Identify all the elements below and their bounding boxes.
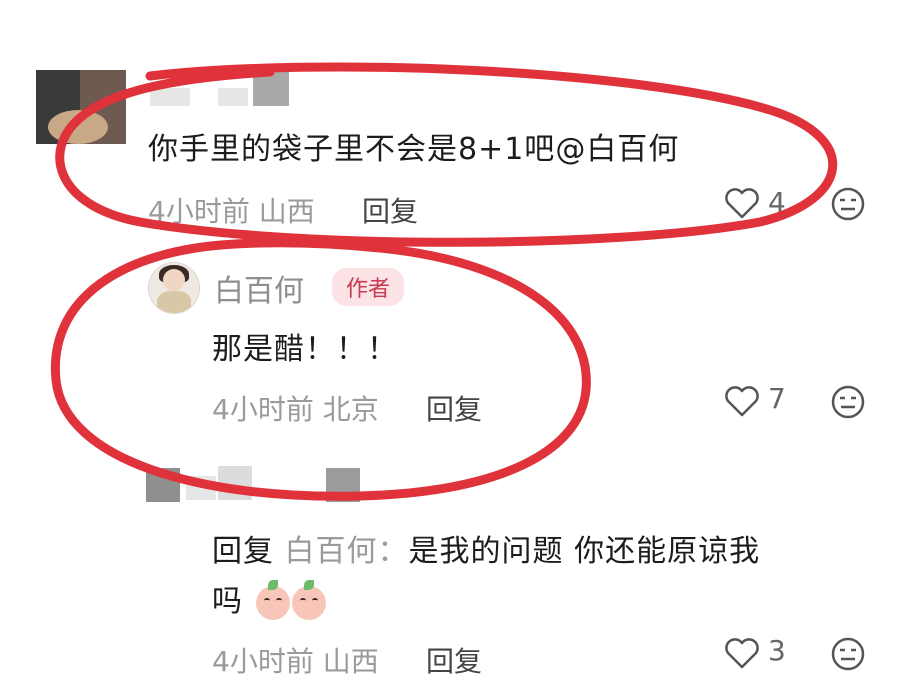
comment-text: 你手里的袋子里不会是8+1吧@白百何 <box>148 124 679 168</box>
heart-icon[interactable] <box>724 186 760 220</box>
author-username[interactable]: 白百何 <box>214 266 304 310</box>
comment-body: 你手里的袋子里不会是8+1吧 <box>148 132 556 167</box>
reply-text-line1: 回复 白百何：是我的问题 你还能原谅我 <box>212 526 760 570</box>
reply-button[interactable]: 回复 <box>362 190 418 230</box>
reply-body: 是我的问题 你还能原谅我 <box>408 534 761 569</box>
reply-meta: 4小时前 山西 <box>212 640 379 680</box>
commenter-avatar[interactable] <box>36 70 126 144</box>
author-avatar[interactable] <box>148 262 200 314</box>
like-count: 4 <box>768 186 786 219</box>
like-count: 3 <box>768 634 786 667</box>
peach-cry-emoji-icon <box>255 579 290 620</box>
mention-link[interactable]: @白百何 <box>555 132 679 167</box>
like-count: 7 <box>768 382 786 415</box>
blurred-avatar <box>146 468 180 502</box>
dislike-face-icon[interactable] <box>830 384 866 420</box>
reply-prefix: 回复 <box>212 534 274 569</box>
reply-location: 山西 <box>322 645 379 678</box>
blurred-username <box>150 88 190 106</box>
blurred-username <box>326 468 360 502</box>
reply-button[interactable]: 回复 <box>426 388 482 428</box>
comment-location: 山西 <box>258 195 315 228</box>
reply-text-line2: 吗 <box>212 576 326 620</box>
peach-cry-emoji-icon <box>291 579 326 620</box>
blurred-username <box>218 466 252 500</box>
annotation-overlay <box>50 62 837 501</box>
blurred-username <box>253 72 289 106</box>
reply-meta: 4小时前 北京 <box>212 388 379 428</box>
blurred-username <box>186 476 216 500</box>
dislike-face-icon[interactable] <box>830 186 866 222</box>
reply-button[interactable]: 回复 <box>426 640 482 680</box>
reply-to-username[interactable]: 白百何： <box>285 534 409 569</box>
comment-time: 4小时前 <box>148 195 250 228</box>
blurred-username <box>218 88 248 106</box>
reply-text: 那是醋！！！ <box>212 332 398 367</box>
heart-icon[interactable] <box>724 636 760 670</box>
reply-time: 4小时前 <box>212 645 314 678</box>
dislike-face-icon[interactable] <box>830 636 866 672</box>
reply-location: 北京 <box>322 393 379 426</box>
comment-meta: 4小时前 山西 <box>148 190 315 230</box>
author-badge: 作者 <box>332 268 405 306</box>
reply-body-end: 吗 <box>212 584 243 619</box>
reply-time: 4小时前 <box>212 393 314 426</box>
annotation-circle-middle <box>50 238 591 501</box>
heart-icon[interactable] <box>724 384 760 418</box>
